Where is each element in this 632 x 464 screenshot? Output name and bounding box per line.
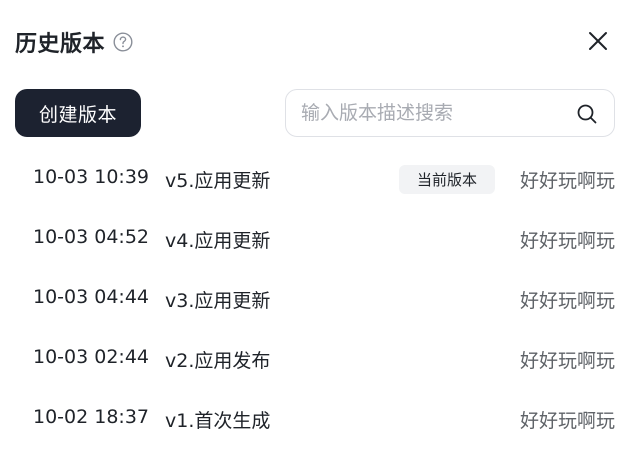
- version-row[interactable]: 10-03 04:52 v4.应用更新 好好玩啊玩: [0, 210, 632, 270]
- version-row[interactable]: 10-03 02:44 v2.应用发布 好好玩啊玩: [0, 330, 632, 390]
- panel-header: 历史版本: [15, 26, 133, 58]
- version-time: 10-03 04:44: [33, 286, 150, 308]
- version-description: v5.应用更新: [165, 170, 271, 192]
- question-circle-icon[interactable]: [113, 32, 133, 52]
- version-description: v4.应用更新: [165, 230, 271, 252]
- version-description: v2.应用发布: [165, 350, 271, 372]
- version-author: 好好玩啊玩: [519, 230, 615, 252]
- close-button[interactable]: [585, 28, 611, 54]
- current-version-badge: 当前版本: [399, 165, 495, 194]
- version-time: 10-03 02:44: [33, 346, 150, 368]
- page-title: 历史版本: [15, 32, 106, 57]
- create-version-button[interactable]: 创建版本: [15, 89, 141, 137]
- version-history-panel: 历史版本 创建版本 10-03 10:39 v5.应用更新 当前版本: [0, 0, 632, 464]
- version-time: 10-03 10:39: [33, 166, 150, 188]
- search-input[interactable]: [301, 93, 561, 133]
- version-time: 10-02 18:37: [33, 406, 150, 428]
- version-author: 好好玩啊玩: [519, 350, 615, 372]
- version-row[interactable]: 10-03 04:44 v3.应用更新 好好玩啊玩: [0, 270, 632, 330]
- close-icon: [589, 32, 607, 50]
- version-author: 好好玩啊玩: [519, 410, 615, 432]
- version-description: v1.首次生成: [165, 410, 271, 432]
- version-description: v3.应用更新: [165, 290, 271, 312]
- version-row[interactable]: 10-03 10:39 v5.应用更新 当前版本 好好玩啊玩: [0, 150, 632, 210]
- search-icon[interactable]: [576, 103, 598, 125]
- version-author: 好好玩啊玩: [519, 170, 615, 192]
- version-time: 10-03 04:52: [33, 226, 150, 248]
- version-row[interactable]: 10-02 18:37 v1.首次生成 好好玩啊玩: [0, 390, 632, 450]
- version-author: 好好玩啊玩: [519, 290, 615, 312]
- search-box: [285, 89, 615, 137]
